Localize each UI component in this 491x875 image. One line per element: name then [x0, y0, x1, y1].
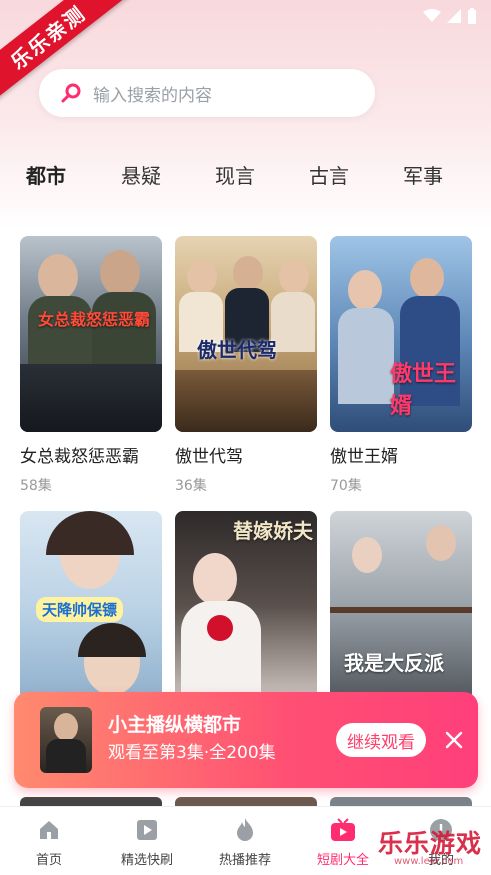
banner-title: 小主播纵横都市 — [108, 714, 242, 736]
poster-title: 天降帅保镖 — [36, 597, 124, 622]
tab-featured[interactable]: 精选快刷 — [98, 807, 196, 875]
flame-icon — [232, 817, 258, 843]
drama-poster[interactable]: 女总裁怒惩恶霸 — [20, 236, 162, 432]
poster-title: 傲世代驾 — [197, 338, 277, 362]
drama-poster[interactable]: 傲世代驾 — [175, 236, 317, 432]
category-tabs: 都市 悬疑 现言 古言 军事 — [0, 160, 491, 194]
status-bar — [423, 8, 477, 24]
episode-count: 36集 — [175, 478, 207, 494]
wifi-icon — [423, 9, 441, 22]
tab-dushi[interactable]: 都市 — [18, 160, 80, 190]
drama-card[interactable]: 傲世王婿 傲世王婿 70集 — [330, 236, 472, 495]
continue-watching-button[interactable]: 继续观看 — [336, 723, 426, 757]
banner-thumbnail — [40, 707, 92, 773]
episode-count: 58集 — [20, 478, 52, 494]
tab-home[interactable]: 首页 — [0, 807, 98, 875]
tab-label: 精选快刷 — [120, 853, 173, 868]
tab-xianyan[interactable]: 现言 — [215, 160, 255, 189]
drama-card[interactable]: 我是大反派 — [330, 511, 472, 701]
drama-title: 傲世代驾 — [175, 447, 243, 467]
drama-card[interactable]: 替嫁娇夫 — [175, 511, 317, 701]
close-icon[interactable] — [442, 728, 466, 752]
search-input[interactable]: 输入搜索的内容 — [39, 69, 375, 117]
battery-icon — [468, 8, 476, 24]
tv-icon — [330, 817, 356, 843]
tab-junshi[interactable]: 军事 — [403, 160, 443, 189]
search-placeholder: 输入搜索的内容 — [93, 85, 212, 106]
drama-poster[interactable]: 天降帅保镖 — [20, 511, 162, 701]
watermark: 乐乐游戏 — [378, 829, 483, 858]
tab-label: 热播推荐 — [218, 853, 271, 868]
drama-title: 傲世王婿 — [330, 447, 398, 467]
drama-title: 女总裁怒惩恶霸 — [20, 447, 139, 467]
drama-card[interactable]: 女总裁怒惩恶霸 女总裁怒惩恶霸 58集 — [20, 236, 162, 495]
banner-progress: 观看至第3集·全200集 — [108, 743, 276, 763]
drama-poster[interactable]: 我是大反派 — [330, 511, 472, 701]
poster-title: 女总裁怒惩恶霸 — [38, 310, 151, 329]
poster-title: 傲世王婿 — [390, 362, 457, 419]
search-icon — [61, 82, 83, 104]
play-icon — [134, 817, 160, 843]
signal-icon — [447, 9, 461, 23]
home-icon — [36, 817, 62, 843]
poster-title: 替嫁娇夫 — [233, 519, 313, 543]
tab-guyan[interactable]: 古言 — [309, 160, 349, 189]
drama-card[interactable]: 天降帅保镖 — [20, 511, 162, 701]
episode-count: 70集 — [330, 478, 362, 494]
tab-xuanyi[interactable]: 悬疑 — [121, 160, 161, 189]
watermark-url: www.lele.com — [394, 856, 464, 867]
drama-poster[interactable]: 傲世王婿 — [330, 236, 472, 432]
tab-hot[interactable]: 热播推荐 — [196, 807, 294, 875]
continue-watching-banner[interactable]: 小主播纵横都市 观看至第3集·全200集 继续观看 — [14, 692, 478, 788]
poster-title: 我是大反派 — [344, 651, 444, 675]
drama-card[interactable]: 傲世代驾 傲世代驾 36集 — [175, 236, 317, 495]
tab-label: 首页 — [35, 853, 62, 868]
tab-label: 短剧大全 — [316, 853, 369, 868]
drama-poster[interactable]: 替嫁娇夫 — [175, 511, 317, 701]
